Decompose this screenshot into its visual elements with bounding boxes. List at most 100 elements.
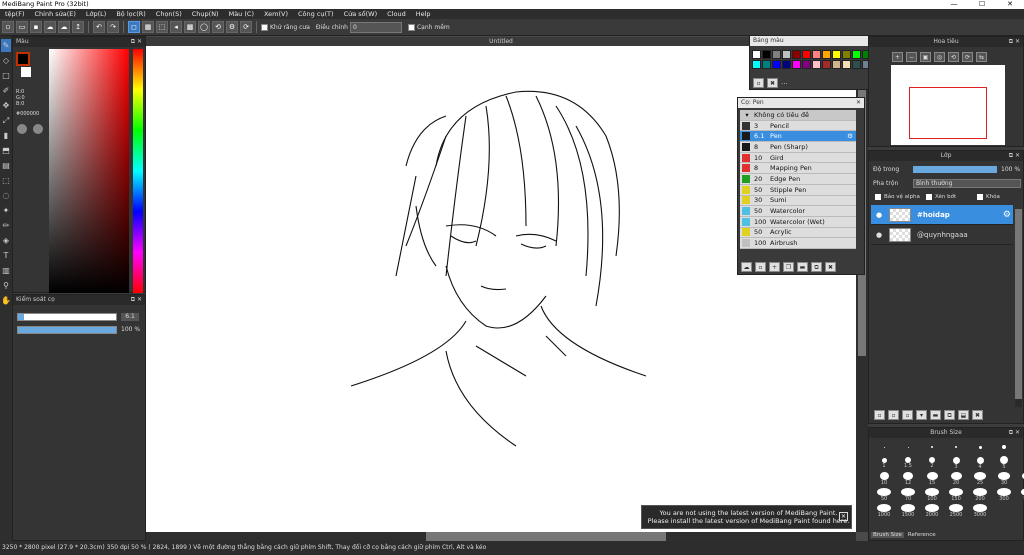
brush-item[interactable]: 10 Gird — [740, 152, 856, 164]
cloud-icon[interactable]: ☁ — [44, 21, 56, 33]
brush-settings-icon[interactable]: ⚙ — [847, 132, 853, 140]
new-layer-icon[interactable]: ▫ — [874, 410, 885, 420]
brush-item[interactable]: 3 Pencil — [740, 120, 856, 132]
brush-item[interactable]: 20 Edge Pen — [740, 174, 856, 185]
protect-alpha-checkbox[interactable] — [875, 194, 881, 200]
share-icon[interactable]: ↥ — [72, 21, 84, 33]
menu-edit[interactable]: Chỉnh sửa(E) — [29, 10, 80, 18]
brush-item[interactable]: 50 Watercolor — [740, 206, 856, 217]
brush-size-cell[interactable]: 200 — [969, 488, 991, 502]
palette-swatch[interactable] — [812, 60, 821, 69]
brush-delete-icon[interactable]: ✖ — [825, 262, 836, 272]
menu-help[interactable]: Help — [411, 10, 436, 18]
transform-tool-icon[interactable]: ⤢ — [1, 114, 11, 127]
brush-item[interactable]: 100 Watercolor (Wet) — [740, 216, 856, 228]
brush-size-cell[interactable]: 50 — [873, 488, 895, 502]
palette-swatch[interactable] — [852, 60, 861, 69]
palette-swatch[interactable] — [842, 60, 851, 69]
brush-size-cell[interactable] — [993, 440, 1015, 454]
eyedropper-icon[interactable]: ⚲ — [1, 279, 11, 292]
open-file-icon[interactable]: ▭ — [16, 21, 28, 33]
tab-brush-size[interactable]: Brush Size — [871, 532, 904, 538]
gradient-tool-icon[interactable]: ▤ — [1, 159, 11, 172]
notification-line2[interactable]: Please install the latest version of Med… — [646, 517, 851, 525]
new-file-icon[interactable]: ▫ — [2, 21, 14, 33]
rotate-icon[interactable]: ⟲ — [212, 21, 224, 33]
brush-size-cell[interactable]: 500 — [1017, 488, 1024, 502]
transform-icon[interactable]: ⟳ — [240, 21, 252, 33]
flip-icon[interactable]: ⇆ — [976, 52, 987, 62]
brush-size-cell[interactable]: 70 — [897, 488, 919, 502]
gear-icon[interactable]: ⚙ — [226, 21, 238, 33]
palette-more[interactable]: ... — [781, 78, 788, 88]
brush-size-cell[interactable]: 3000 — [969, 504, 991, 518]
palette-swatch[interactable] — [822, 50, 831, 59]
palette-swatch[interactable] — [772, 60, 781, 69]
color-slider-icon[interactable] — [33, 124, 43, 134]
select-eraser-icon[interactable]: ◈ — [1, 234, 11, 247]
palette-swatch[interactable] — [782, 50, 791, 59]
hue-slider[interactable] — [133, 49, 143, 293]
arrow-left-icon[interactable]: ◂ — [170, 21, 182, 33]
palette-swatch[interactable] — [832, 60, 841, 69]
palette-swatch[interactable] — [822, 60, 831, 69]
horizontal-scrollbar[interactable] — [146, 532, 856, 541]
brush-size-value[interactable]: 6.1 — [121, 313, 139, 321]
magic-wand-icon[interactable]: ✦ — [1, 204, 11, 217]
brush-item[interactable]: 50 Acrylic — [740, 227, 856, 239]
brush-size-cell[interactable] — [945, 440, 967, 454]
brush-size-cell[interactable]: 2 — [921, 456, 943, 470]
palette-swatch[interactable] — [752, 60, 761, 69]
brush-size-cell[interactable]: 10 — [873, 472, 895, 486]
visibility-icon[interactable]: ● — [876, 211, 882, 219]
brush-copy-icon[interactable]: ❐ — [783, 262, 794, 272]
palette-swatch[interactable] — [842, 50, 851, 59]
rotate-right-icon[interactable]: ⟳ — [962, 52, 973, 62]
menu-view[interactable]: Xem(V) — [259, 10, 293, 18]
brush-size-cell[interactable] — [897, 440, 919, 454]
menu-window[interactable]: Cửa sổ(W) — [339, 10, 383, 18]
rotate-left-icon[interactable]: ⟲ — [948, 52, 959, 62]
hand-tool-icon[interactable]: ✋ — [1, 294, 11, 307]
brush-item[interactable]: 8 Mapping Pen — [740, 163, 856, 175]
brush-panel-close-icon[interactable]: ✕ — [856, 98, 861, 108]
brush-size-cell[interactable]: 300 — [993, 488, 1015, 502]
brush-size-cell[interactable]: 7 — [1017, 456, 1024, 470]
brush-item[interactable]: 50 Stipple Pen — [740, 184, 856, 196]
palette-swatch[interactable] — [802, 50, 811, 59]
palette-swatch[interactable] — [782, 60, 791, 69]
blend-dropdown[interactable]: Bình thường — [913, 179, 1021, 188]
dot-tool-icon[interactable]: □ — [1, 69, 11, 82]
save-icon[interactable]: ▪ — [30, 21, 42, 33]
undo-icon[interactable]: ↶ — [93, 21, 105, 33]
brush-item[interactable]: 100 Airbrush — [740, 238, 856, 249]
foreground-color-swatch[interactable] — [16, 52, 30, 66]
layer-item-hoidap[interactable]: ● #hoidap ⚙ — [871, 205, 1013, 225]
background-color-swatch[interactable] — [21, 67, 31, 77]
brush-size-cell[interactable] — [1017, 440, 1024, 454]
brush-size-cell[interactable]: 3 — [945, 456, 967, 470]
text-tool-icon[interactable]: T — [1, 249, 11, 262]
brush-item[interactable]: 30 Sumi — [740, 195, 856, 207]
navigator-preview[interactable] — [891, 65, 1005, 145]
layer-scrollbar[interactable] — [1015, 209, 1022, 407]
move-tool-icon[interactable]: ✥ — [1, 99, 11, 112]
brush-folder-icon[interactable]: ▬ — [797, 262, 808, 272]
lock-checkbox[interactable] — [977, 194, 983, 200]
layer-duplicate-icon[interactable]: ⧉ — [944, 410, 955, 420]
select-pen-icon[interactable]: ✏ — [1, 219, 11, 232]
layer-item-quynhngaaa[interactable]: ● @quynhngaaa — [871, 225, 1013, 245]
brush-size-cell[interactable]: 5 — [993, 456, 1015, 470]
lasso-tool-icon[interactable]: ◌ — [1, 189, 11, 202]
brush-size-cell[interactable]: 1.5 — [897, 456, 919, 470]
brush-size-cell[interactable]: 100 — [921, 488, 943, 502]
soft-edge-checkbox[interactable] — [407, 23, 415, 31]
circle-icon[interactable]: ◯ — [198, 21, 210, 33]
minimize-button[interactable]: — — [940, 0, 968, 9]
layer-opacity-slider[interactable] — [913, 166, 997, 173]
new-layer-menu-icon[interactable]: ▾ — [916, 410, 927, 420]
pen-tool-icon[interactable]: ✎ — [1, 39, 11, 52]
selection-dotted-icon[interactable]: ⬚ — [156, 21, 168, 33]
brush-size-cell[interactable] — [873, 440, 895, 454]
brush-size-cell[interactable]: 40 — [1017, 472, 1024, 486]
